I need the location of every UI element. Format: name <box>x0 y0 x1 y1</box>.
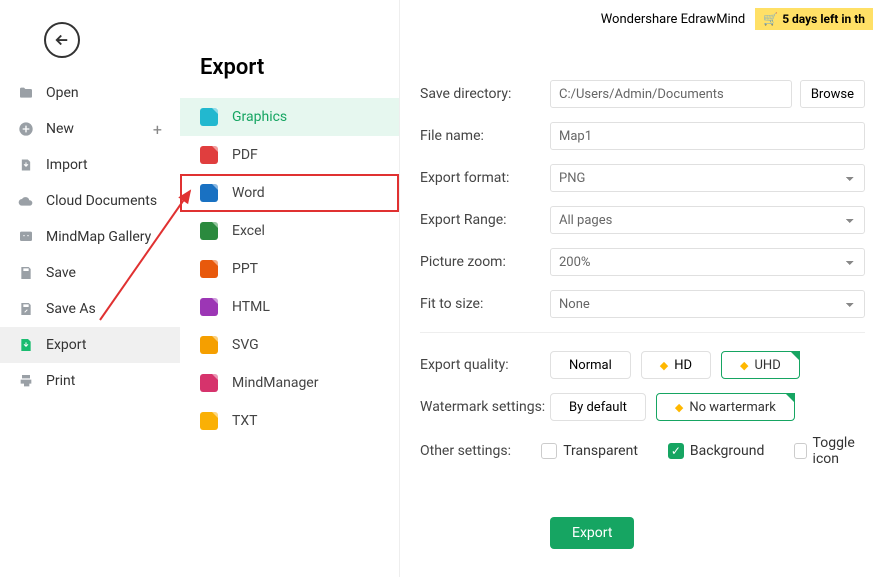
format-graphics[interactable]: Graphics <box>180 98 399 136</box>
quality-uhd-button[interactable]: ◆UHD <box>721 351 800 379</box>
ppt-file-icon <box>200 260 218 278</box>
export-format-select[interactable]: PNG <box>550 164 865 192</box>
sidebar-item-new[interactable]: New + <box>0 111 180 147</box>
picture-zoom-label: Picture zoom: <box>420 254 550 270</box>
excel-file-icon <box>200 222 218 240</box>
sidebar-item-cloud[interactable]: Cloud Documents <box>0 183 180 219</box>
quality-normal-button[interactable]: Normal <box>550 351 631 379</box>
html-file-icon <box>200 298 218 316</box>
word-file-icon <box>200 184 218 202</box>
toggle-icon-checkbox[interactable]: Toggle icon <box>794 435 865 467</box>
watermark-none-button[interactable]: ◆No wartermark <box>656 393 795 421</box>
diamond-icon: ◆ <box>675 401 683 414</box>
txt-file-icon <box>200 412 218 430</box>
svg-file-icon <box>200 336 218 354</box>
sidebar-item-print[interactable]: Print <box>0 363 180 399</box>
format-label: HTML <box>232 299 270 315</box>
file-name-label: File name: <box>420 128 550 144</box>
watermark-label: Watermark settings: <box>420 399 550 415</box>
diamond-icon: ◆ <box>740 359 748 372</box>
mindmanager-file-icon <box>200 374 218 392</box>
export-range-select[interactable]: All pages <box>550 206 865 234</box>
checkbox-checked-icon: ✓ <box>668 443 684 459</box>
checkbox-icon <box>541 443 557 459</box>
format-label: PPT <box>232 261 258 277</box>
format-excel[interactable]: Excel <box>180 212 399 250</box>
print-icon <box>18 373 34 389</box>
sidebar-label: Print <box>46 373 75 389</box>
format-txt[interactable]: TXT <box>180 402 399 440</box>
checkbox-icon <box>794 443 806 459</box>
sidebar-label: Export <box>46 337 86 353</box>
format-label: Word <box>232 185 265 201</box>
save-as-icon <box>18 301 34 317</box>
divider <box>420 332 865 333</box>
export-format-panel: Export Graphics PDF Word Excel PPT HTML … <box>180 0 400 577</box>
transparent-checkbox[interactable]: Transparent <box>541 435 638 467</box>
export-quality-label: Export quality: <box>420 357 550 373</box>
format-svg[interactable]: SVG <box>180 326 399 364</box>
trial-badge[interactable]: 🛒 5 days left in th <box>755 8 873 30</box>
picture-zoom-select[interactable]: 200% <box>550 248 865 276</box>
save-directory-input[interactable] <box>550 80 792 108</box>
plus-circle-icon <box>18 121 34 137</box>
export-icon <box>18 337 34 353</box>
format-label: MindManager <box>232 375 318 391</box>
format-mindmanager[interactable]: MindManager <box>180 364 399 402</box>
format-label: Excel <box>232 223 265 239</box>
back-button[interactable] <box>44 22 80 58</box>
sidebar-item-import[interactable]: Import <box>0 147 180 183</box>
folder-icon <box>18 85 34 101</box>
graphics-file-icon <box>200 108 218 126</box>
arrow-left-icon <box>53 31 71 49</box>
save-directory-label: Save directory: <box>420 86 550 102</box>
export-settings: Save directory: Browse File name: Export… <box>420 80 865 549</box>
sidebar-item-gallery[interactable]: MindMap Gallery <box>0 219 180 255</box>
cloud-icon <box>18 193 34 209</box>
watermark-default-button[interactable]: By default <box>550 393 646 421</box>
app-title: Wondershare EdrawMind <box>601 12 746 27</box>
sidebar-item-export[interactable]: Export <box>0 327 180 363</box>
format-label: Graphics <box>232 109 287 125</box>
other-settings-label: Other settings: <box>420 443 541 459</box>
sidebar-label: Save <box>46 265 76 281</box>
sidebar-label: Save As <box>46 301 96 317</box>
format-label: SVG <box>232 337 259 353</box>
sidebar-label: Open <box>46 85 79 101</box>
diamond-icon: ◆ <box>660 359 668 372</box>
add-icon[interactable]: + <box>153 120 162 139</box>
format-word[interactable]: Word <box>180 174 399 212</box>
import-icon <box>18 157 34 173</box>
file-name-input[interactable] <box>550 122 865 150</box>
sidebar-label: New <box>46 121 74 137</box>
fit-to-size-label: Fit to size: <box>420 296 550 312</box>
save-icon <box>18 265 34 281</box>
export-button[interactable]: Export <box>550 517 634 549</box>
sidebar-item-open[interactable]: Open <box>0 75 180 111</box>
sidebar-item-save[interactable]: Save <box>0 255 180 291</box>
format-pdf[interactable]: PDF <box>180 136 399 174</box>
export-title: Export <box>180 0 399 98</box>
export-range-label: Export Range: <box>420 212 550 228</box>
export-format-label: Export format: <box>420 170 550 186</box>
pdf-file-icon <box>200 146 218 164</box>
browse-button[interactable]: Browse <box>800 80 865 108</box>
format-html[interactable]: HTML <box>180 288 399 326</box>
background-checkbox[interactable]: ✓ Background <box>668 435 764 467</box>
sidebar-label: Import <box>46 157 88 173</box>
cart-icon: 🛒 <box>763 12 778 26</box>
sidebar-label: Cloud Documents <box>46 193 157 209</box>
format-ppt[interactable]: PPT <box>180 250 399 288</box>
sidebar-label: MindMap Gallery <box>46 229 151 245</box>
format-label: TXT <box>232 413 257 429</box>
trial-text: 5 days left in th <box>782 12 865 26</box>
sidebar-item-saveas[interactable]: Save As <box>0 291 180 327</box>
file-sidebar: Open New + Import Cloud Documents MindMa… <box>0 75 180 399</box>
quality-hd-button[interactable]: ◆HD <box>641 351 711 379</box>
gallery-icon <box>18 229 34 245</box>
fit-to-size-select[interactable]: None <box>550 290 865 318</box>
format-label: PDF <box>232 147 258 163</box>
